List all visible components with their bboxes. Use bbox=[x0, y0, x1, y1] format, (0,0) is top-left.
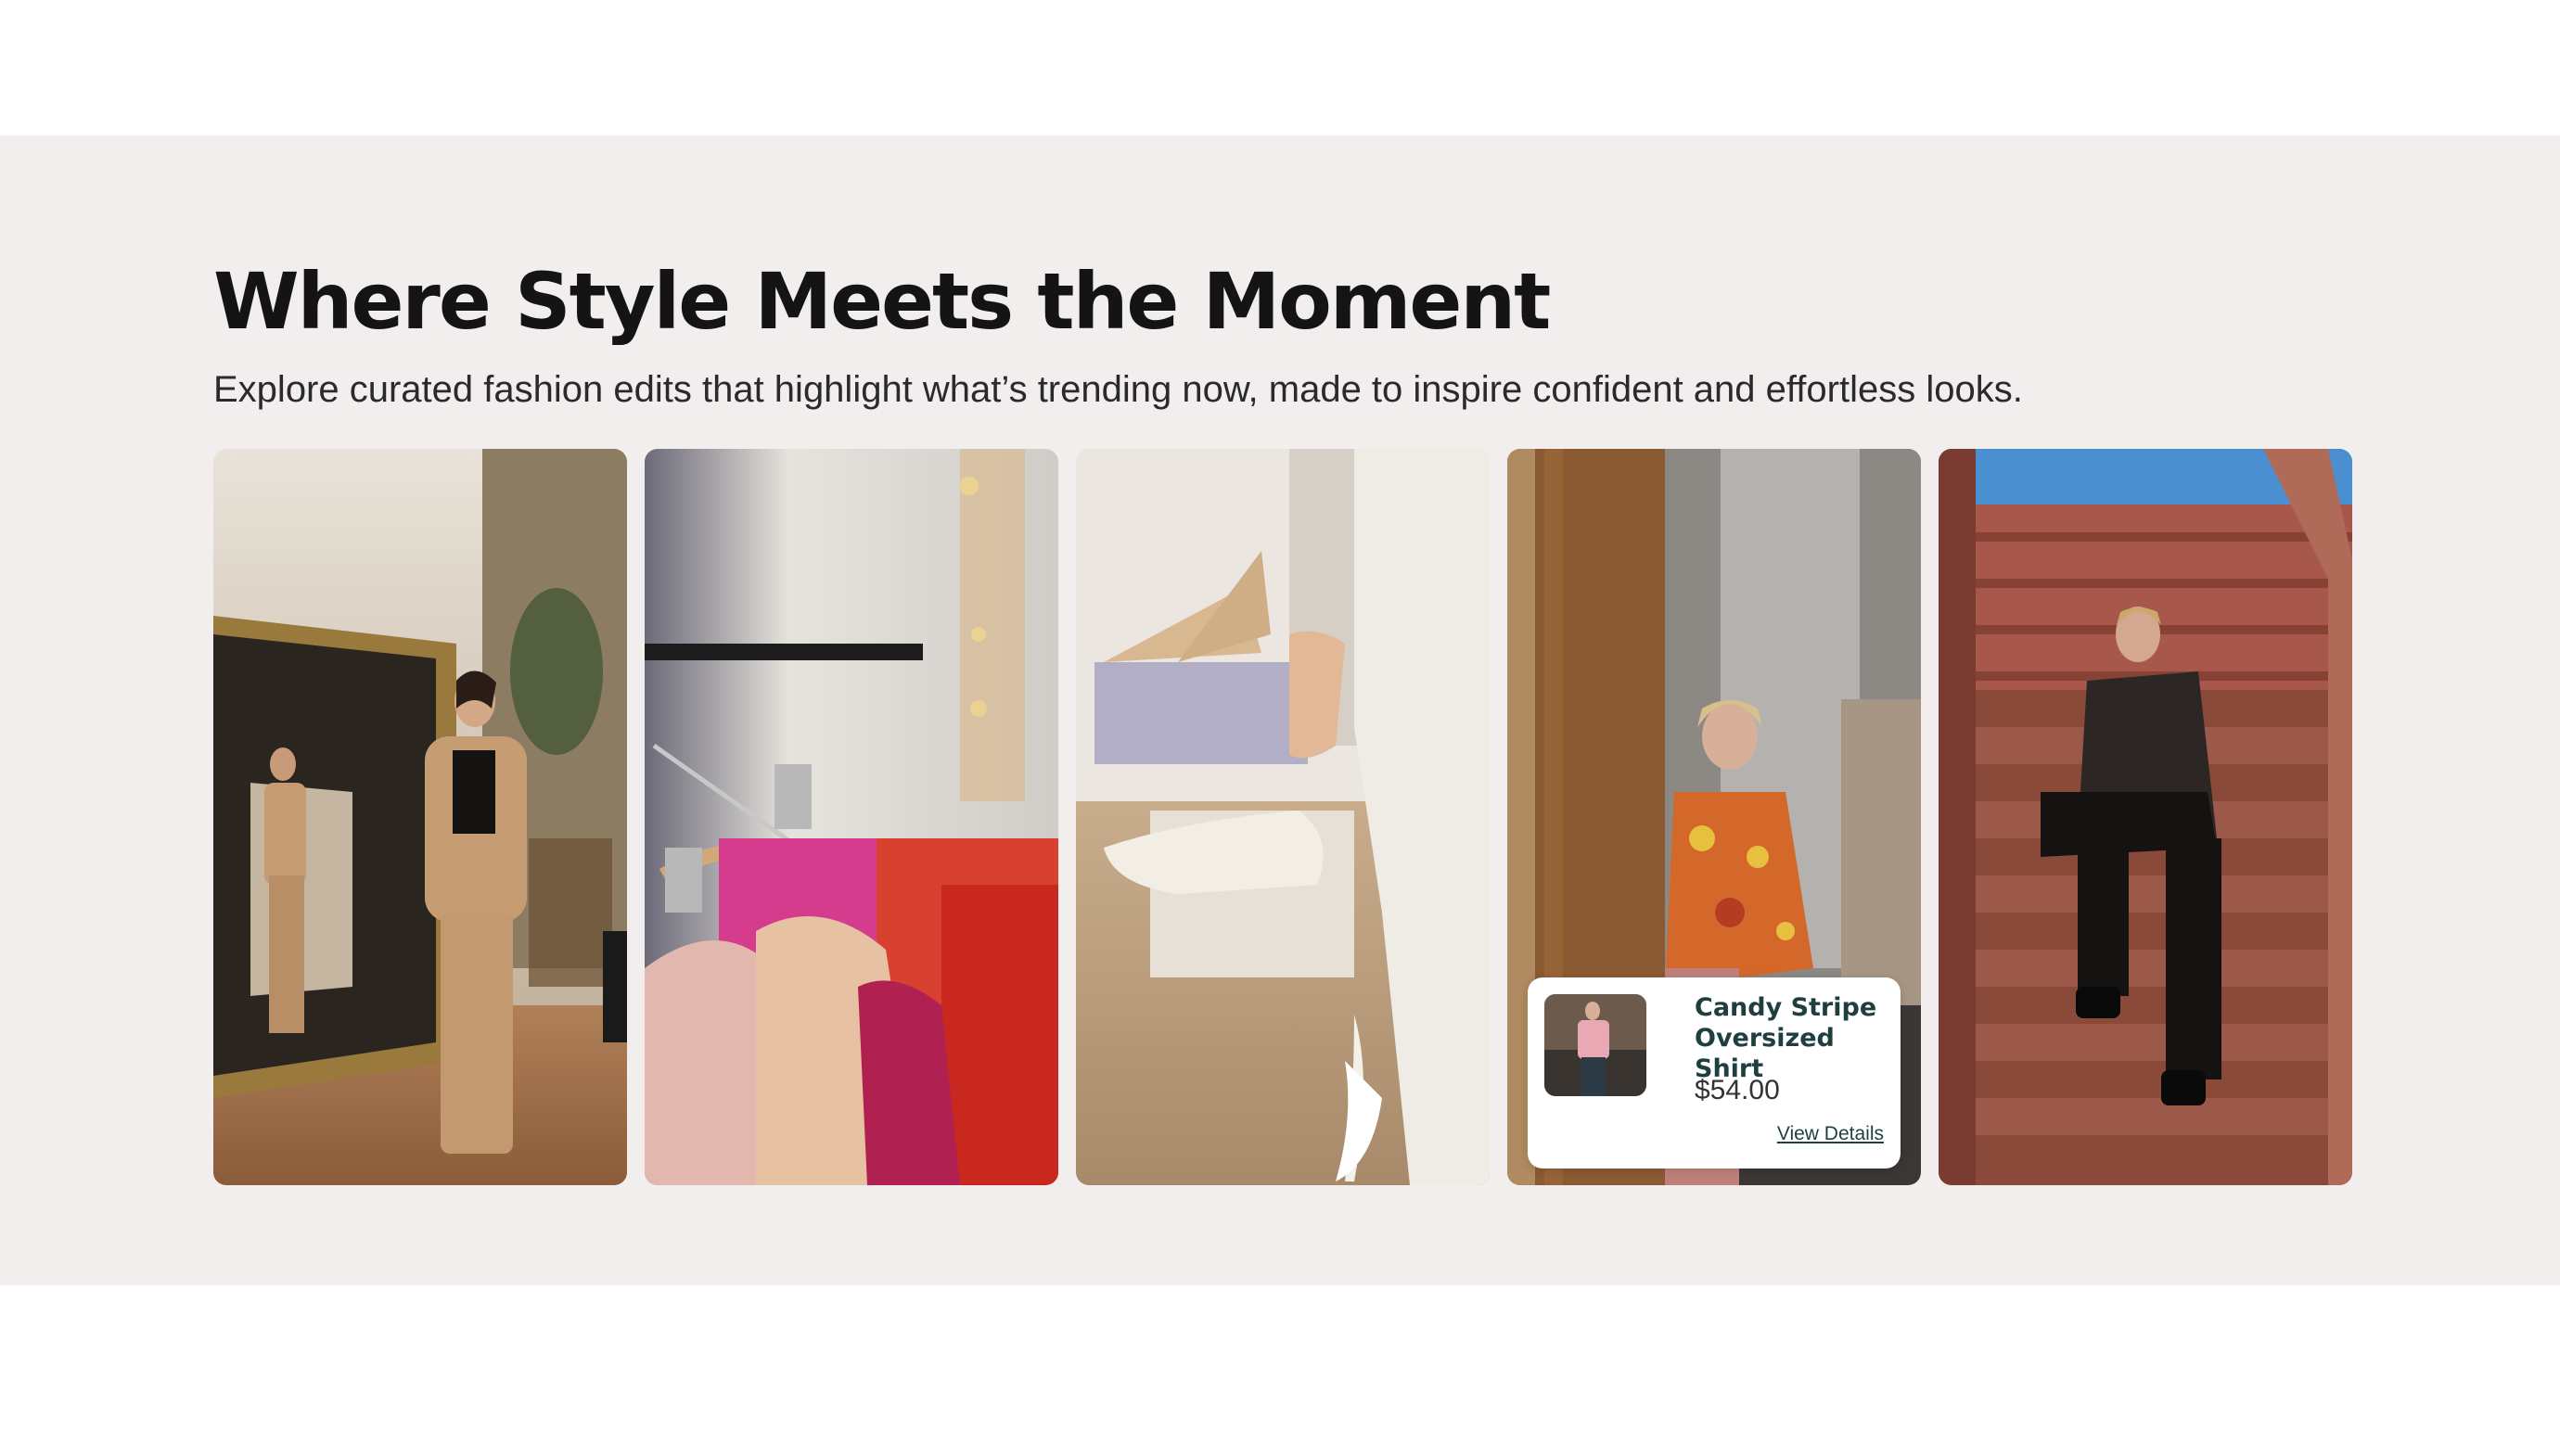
clothing-rack-with-hangers-photo bbox=[645, 449, 1058, 1185]
product-popup[interactable]: Candy Stripe Oversized Shirt $54.00 View… bbox=[1528, 977, 1901, 1169]
woman-on-brick-stairs-photo bbox=[1939, 449, 2352, 1185]
gallery-card-store-shirt[interactable]: Candy Stripe Oversized Shirt $54.00 View… bbox=[1507, 449, 1921, 1185]
section-subheading: Explore curated fashion edits that highl… bbox=[213, 369, 2023, 410]
product-price: $54.00 bbox=[1695, 1075, 1780, 1105]
product-thumbnail[interactable] bbox=[1544, 994, 1646, 1096]
woman-trying-white-heels-photo bbox=[1076, 449, 1490, 1185]
gallery-card-brick-stairs[interactable] bbox=[1939, 449, 2352, 1185]
view-details-link[interactable]: View Details bbox=[1777, 1122, 1884, 1146]
gallery: Candy Stripe Oversized Shirt $54.00 View… bbox=[213, 449, 2352, 1185]
woman-in-beige-suit-mirror-photo bbox=[213, 449, 627, 1185]
section-heading: Where Style Meets the Moment bbox=[213, 256, 1551, 347]
product-name[interactable]: Candy Stripe Oversized Shirt bbox=[1695, 992, 1891, 1084]
gallery-card-clothing-rack[interactable] bbox=[645, 449, 1058, 1185]
gallery-card-suit-mirror[interactable] bbox=[213, 449, 627, 1185]
product-thumbnail-photo bbox=[1544, 994, 1646, 1096]
gallery-card-heels[interactable] bbox=[1076, 449, 1490, 1185]
